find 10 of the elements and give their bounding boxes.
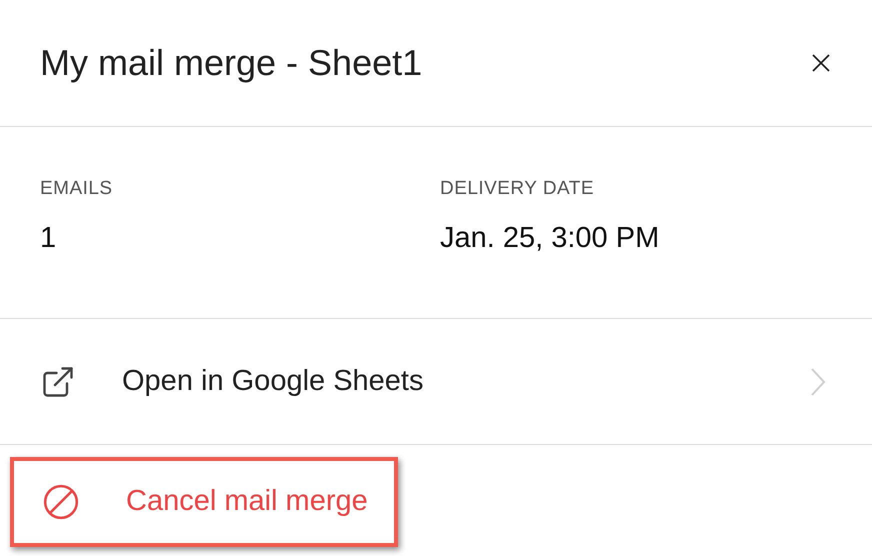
- stat-label: DELIVERY DATE: [440, 179, 596, 198]
- close-icon: [811, 53, 831, 73]
- open-sheets-link[interactable]: Open in Google Sheets: [0, 336, 872, 426]
- stat-label: EMAILS: [40, 179, 114, 198]
- cancel-merge-button[interactable]: Cancel mail merge: [10, 456, 398, 546]
- stat-value: Jan. 25, 3:00 PM: [440, 224, 660, 253]
- dialog-title: My mail merge - Sheet1: [40, 45, 422, 81]
- prohibited-icon: [42, 482, 80, 520]
- stat-value: 1: [40, 224, 58, 253]
- chevron-right-icon: [810, 366, 826, 396]
